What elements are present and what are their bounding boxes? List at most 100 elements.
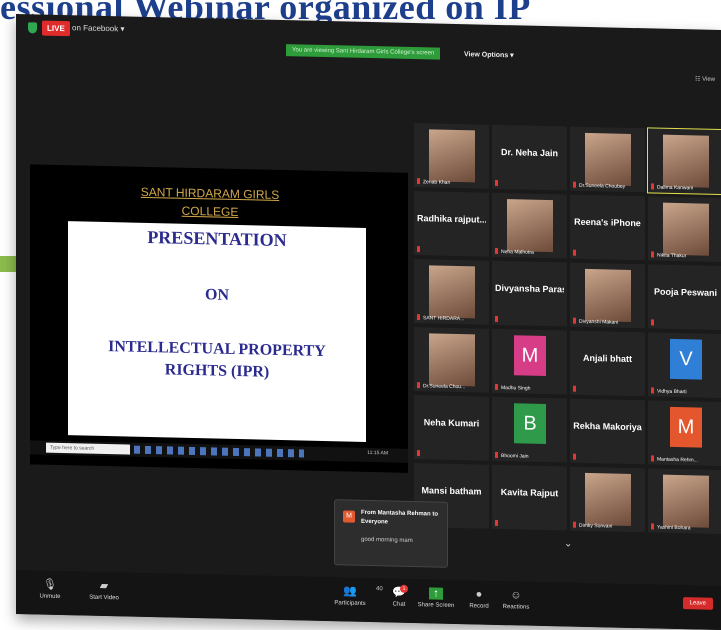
participant-name: Reena's iPhone bbox=[574, 216, 641, 229]
participant-tile[interactable]: B Bhoomi Jain bbox=[492, 396, 567, 463]
chevron-down-icon: ▾ bbox=[510, 52, 514, 60]
participant-tile[interactable]: Nikita Thakur bbox=[648, 196, 721, 263]
participant-tile[interactable]: Radhika rajput... bbox=[414, 191, 489, 257]
share-screen-button[interactable]: ↑ Share Screen bbox=[416, 587, 456, 609]
muted-mic-icon bbox=[651, 455, 654, 462]
taskbar-app-icons bbox=[134, 445, 304, 458]
gallery-view-button[interactable]: ☷ View bbox=[695, 75, 715, 82]
video-off-icon: ▰ bbox=[99, 579, 109, 593]
muted-mic-icon bbox=[573, 181, 576, 188]
participant-video bbox=[663, 202, 709, 256]
participant-caption: Dr.Suneela Choubey bbox=[579, 182, 626, 190]
participant-video bbox=[507, 199, 553, 253]
participant-tile[interactable]: Dr.Suneela Chou... bbox=[414, 327, 489, 393]
chat-button[interactable]: 💬 Chat bbox=[384, 586, 414, 608]
participant-tile[interactable]: Anjali bhatt bbox=[570, 330, 645, 397]
participant-tile[interactable]: Reena's iPhone bbox=[570, 194, 645, 261]
live-badge[interactable]: LIVE bbox=[42, 20, 70, 37]
record-icon: ● bbox=[475, 588, 483, 601]
live-target-dropdown[interactable]: on Facebook ▾ bbox=[72, 23, 125, 33]
unmute-button[interactable]: 🎙 Unmute bbox=[30, 578, 70, 600]
participant-tile[interactable]: Neha Kumari bbox=[414, 395, 489, 461]
start-video-label: Start Video bbox=[89, 594, 119, 602]
participant-caption: Nikita Thakur bbox=[657, 252, 687, 260]
participant-tile[interactable]: Dimky Sonvani bbox=[570, 466, 645, 533]
start-video-button[interactable]: ▰ Start Video bbox=[82, 579, 126, 601]
muted-mic-icon bbox=[417, 246, 420, 253]
participant-tile[interactable]: Dalima Kanwani bbox=[647, 127, 721, 196]
slide-line-presentation: PRESENTATION bbox=[147, 226, 287, 251]
reactions-icon: ☺ bbox=[510, 589, 522, 602]
view-options-button[interactable]: View Options ▾ bbox=[464, 50, 514, 59]
participant-name: Neha Kumari bbox=[423, 417, 480, 429]
grid-icon: ☷ bbox=[695, 76, 701, 83]
leave-button[interactable]: Leave bbox=[682, 597, 713, 610]
muted-mic-icon bbox=[651, 387, 654, 394]
zoom-window: LIVE on Facebook ▾ You are viewing Sant … bbox=[16, 14, 721, 630]
muted-mic-icon bbox=[573, 385, 576, 392]
muted-mic-icon bbox=[417, 314, 420, 321]
security-shield-icon[interactable] bbox=[28, 22, 37, 34]
chevron-down-icon[interactable]: ⌄ bbox=[564, 538, 572, 549]
participant-avatar: M bbox=[514, 335, 546, 377]
participant-name: Rekha Makoriya bbox=[573, 420, 642, 433]
participants-button[interactable]: 👥 Participants bbox=[328, 585, 372, 607]
share-screen-label: Share Screen bbox=[417, 602, 455, 609]
participant-tile[interactable]: Rekha Makoriya bbox=[570, 398, 645, 465]
muted-mic-icon: 🎙 bbox=[43, 578, 57, 591]
chat-notification[interactable]: M From Mantasha Rehman to Everyone good … bbox=[334, 499, 448, 568]
live-target-label: on Facebook bbox=[72, 23, 119, 34]
participant-tile[interactable]: Divyansha Paras... bbox=[492, 260, 567, 327]
participants-icon: 👥 bbox=[343, 585, 357, 598]
participant-tile[interactable]: Divyanshi Makani bbox=[570, 262, 645, 329]
muted-mic-icon bbox=[573, 453, 576, 460]
participant-caption: Dalima Kanwani bbox=[657, 184, 694, 192]
participant-count: 40 bbox=[376, 586, 383, 593]
chat-avatar: M bbox=[343, 510, 355, 523]
participant-video bbox=[663, 474, 709, 528]
participant-tile[interactable]: Dr.Suneela Choubey bbox=[570, 126, 645, 193]
muted-mic-icon bbox=[651, 523, 654, 530]
participant-name: Radhika rajput... bbox=[417, 213, 486, 225]
windows-taskbar: Type here to search 11:15 AM bbox=[30, 440, 408, 463]
participant-video bbox=[585, 268, 631, 322]
view-options-label: View Options bbox=[464, 51, 509, 60]
chat-message: good morning mam bbox=[361, 536, 413, 545]
muted-mic-icon bbox=[651, 319, 654, 326]
record-button[interactable]: ● Record bbox=[462, 588, 496, 610]
viewing-screen-banner: You are viewing Sant Hirdaram Girls Coll… bbox=[286, 44, 441, 60]
participant-tile[interactable]: Yashini Bohara bbox=[648, 468, 721, 535]
participant-tile[interactable]: Neha Malhotra bbox=[492, 192, 567, 259]
record-label: Record bbox=[469, 603, 489, 610]
share-screen-icon: ↑ bbox=[429, 587, 443, 600]
participant-caption: Dr.Suneela Chou... bbox=[423, 383, 466, 391]
participant-tile[interactable]: SANT HIRDARA... bbox=[414, 259, 489, 325]
participant-tile[interactable]: Kavita Rajput bbox=[492, 464, 567, 531]
participant-video bbox=[585, 132, 631, 186]
participant-tile[interactable]: Dr. Neha Jain bbox=[492, 124, 567, 191]
muted-mic-icon bbox=[495, 315, 498, 322]
participant-video bbox=[429, 333, 475, 387]
participant-tile[interactable]: Zenab Khan bbox=[414, 123, 489, 189]
chevron-down-icon: ▾ bbox=[120, 24, 125, 34]
muted-mic-icon bbox=[651, 251, 654, 258]
participant-tile[interactable]: M Mantasha Rehm... bbox=[648, 400, 721, 467]
reactions-button[interactable]: ☺ Reactions bbox=[498, 589, 534, 611]
participant-caption: Mantasha Rehm... bbox=[657, 456, 698, 464]
participant-name: Mansi batham bbox=[421, 485, 482, 497]
meeting-toolbar: 🎙 Unmute ▰ Start Video 👥 Participants 💬 Chat… bbox=[16, 570, 721, 630]
participant-tile[interactable]: Pooja Peswani bbox=[648, 264, 721, 331]
participant-video bbox=[429, 129, 475, 183]
taskbar-clock: 11:15 AM bbox=[367, 449, 388, 457]
participant-avatar: B bbox=[514, 403, 546, 445]
chat-label: Chat bbox=[392, 601, 406, 608]
presentation-slide: PRESENTATION ON INTELLECTUAL PROPERTY RI… bbox=[68, 221, 366, 442]
muted-mic-icon bbox=[417, 178, 420, 185]
participant-tile[interactable]: M Madhu Singh bbox=[492, 328, 567, 395]
view-button-label: View bbox=[702, 76, 715, 83]
participant-video bbox=[429, 265, 475, 319]
participant-tile[interactable]: V Vidhya Bharti bbox=[648, 332, 721, 399]
taskbar-search: Type here to search bbox=[46, 442, 130, 455]
muted-mic-icon bbox=[495, 179, 498, 186]
muted-mic-icon bbox=[495, 519, 498, 526]
